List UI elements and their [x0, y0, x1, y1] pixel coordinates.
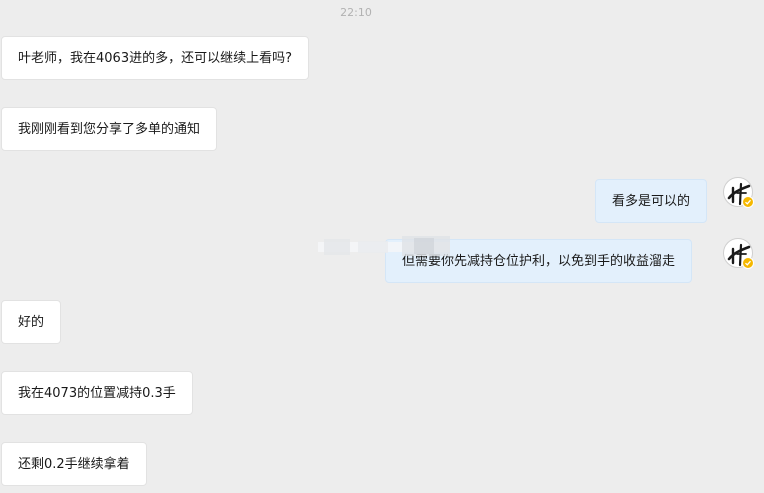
message-timestamp: 22:10 [340, 6, 372, 19]
chat-area: 22:10 叶老师，我在4063进的多，还可以继续上看吗? 我刚刚看到您分享了多… [0, 0, 764, 493]
message-bubble-incoming[interactable]: 我刚刚看到您分享了多单的通知 [1, 107, 218, 151]
avatar[interactable] [723, 177, 754, 208]
message-bubble-incoming[interactable]: 我在4073的位置减持0.3手 [1, 371, 193, 415]
verified-check-icon [742, 196, 754, 208]
verified-check-icon [742, 257, 754, 269]
message-bubble-incoming[interactable]: 好的 [1, 300, 62, 344]
message-bubble-incoming[interactable]: 还剩0.2手继续拿着 [1, 442, 147, 486]
message-bubble-incoming[interactable]: 叶老师，我在4063进的多，还可以继续上看吗? [1, 36, 309, 80]
avatar[interactable] [723, 238, 754, 269]
message-bubble-outgoing[interactable]: 看多是可以的 [595, 179, 708, 223]
message-bubble-outgoing[interactable]: 但需要你先减持仓位护利，以免到手的收益溜走 [385, 239, 693, 283]
